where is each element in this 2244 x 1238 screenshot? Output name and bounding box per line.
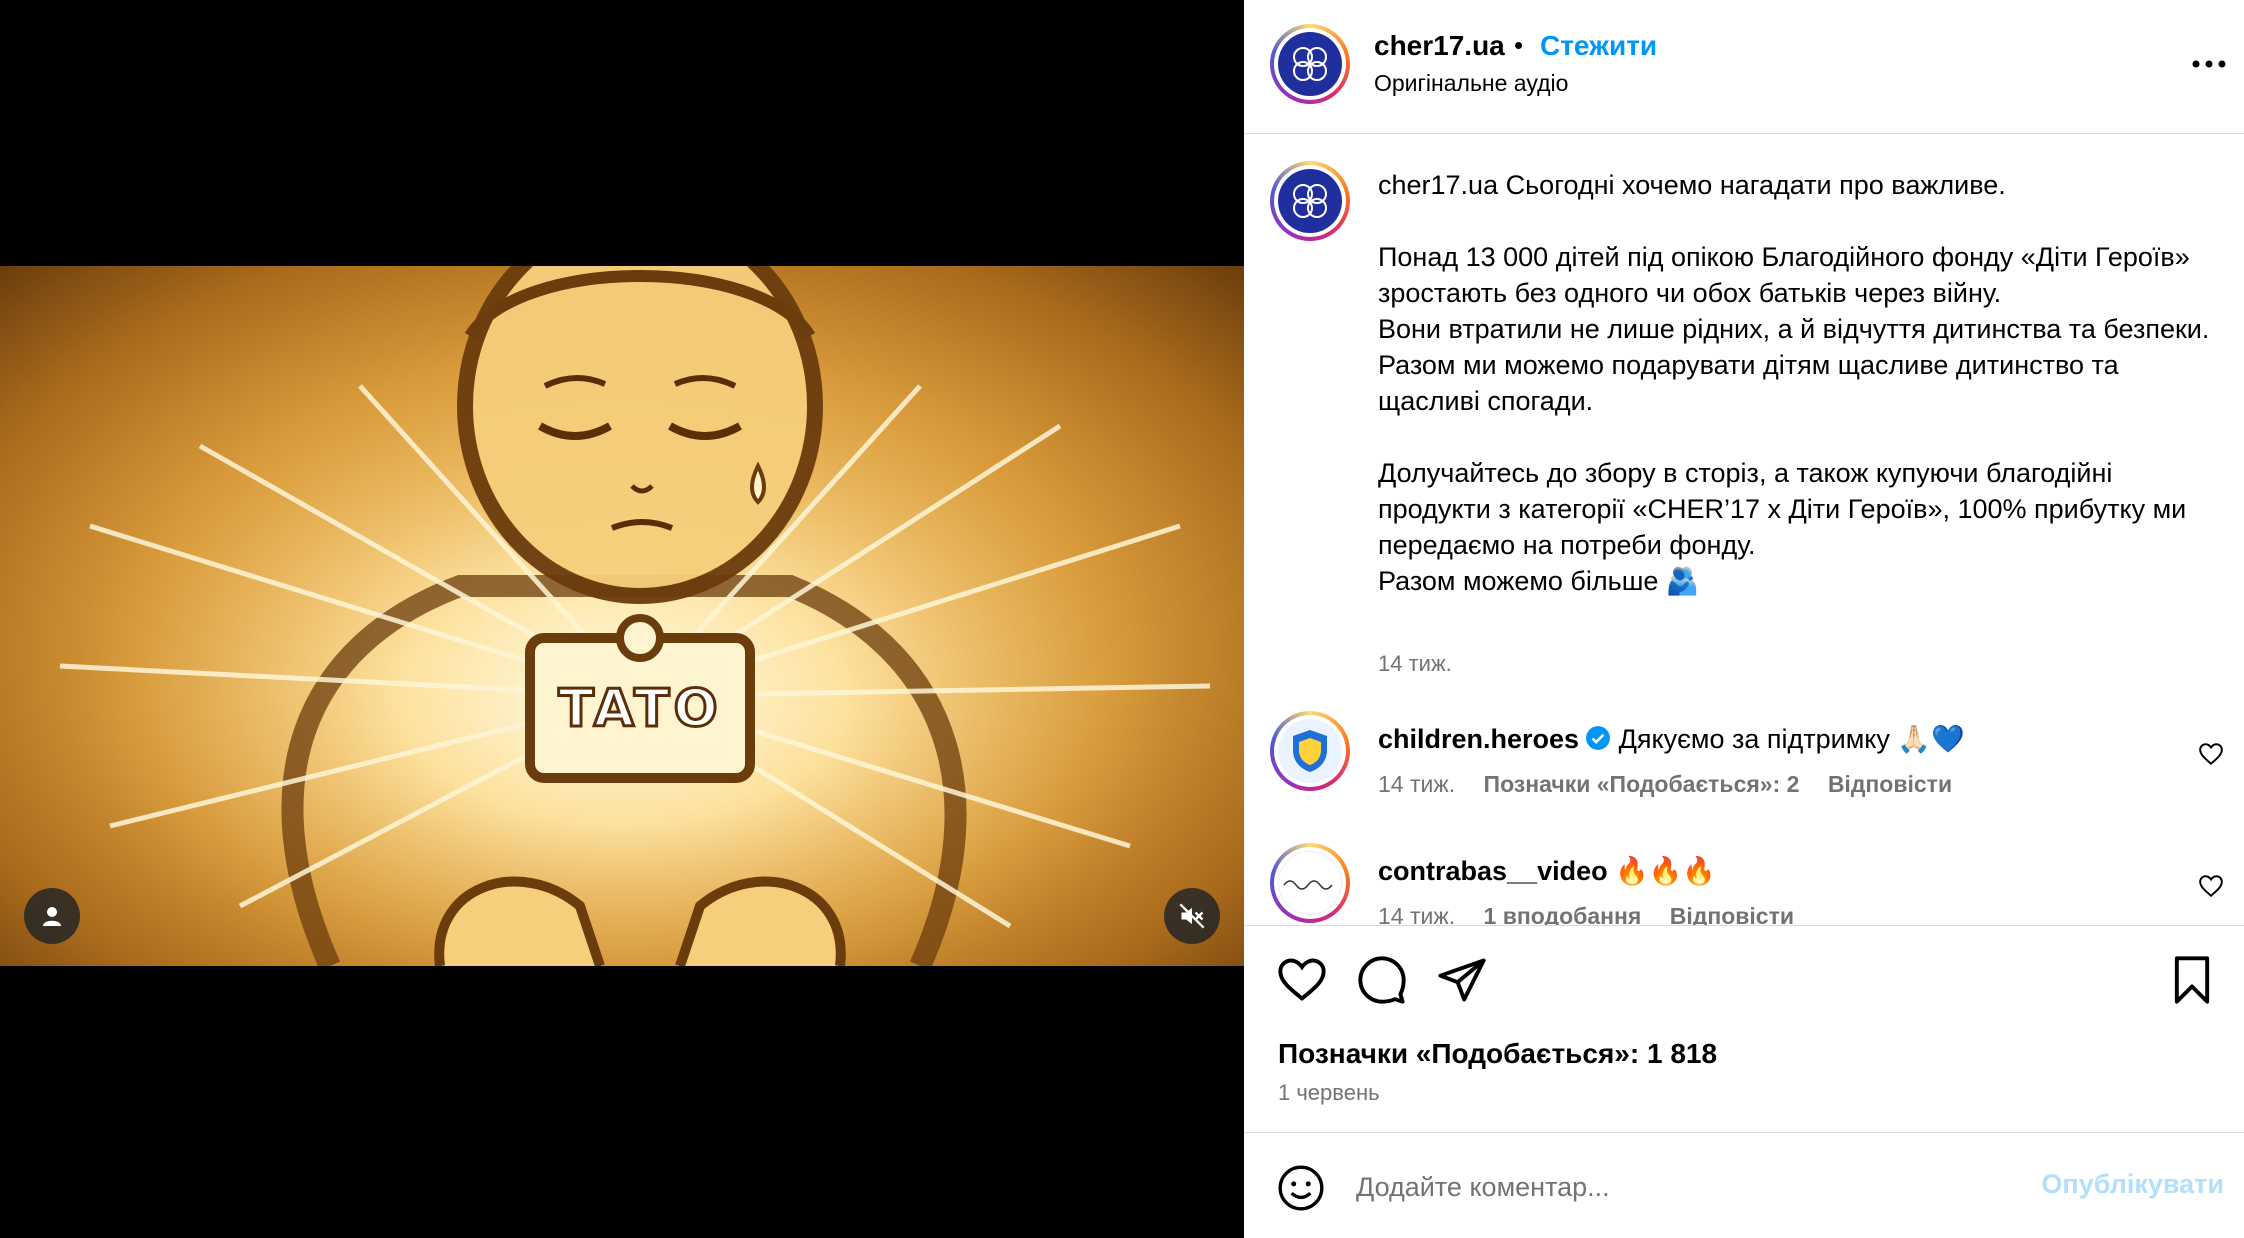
caption-username[interactable]: cher17.ua [1378, 170, 1498, 200]
separator-dot: • [1514, 30, 1524, 60]
sign-text: TATO [558, 679, 721, 739]
comment-item: children.heroes Дякуємо за підтримку 🙏🏻💙… [1244, 711, 2244, 843]
comment-composer: Опублікувати [1244, 1132, 2244, 1238]
more-options-button[interactable] [2184, 46, 2234, 82]
video-player[interactable]: TATO [0, 266, 1244, 966]
like-comment-heart-icon[interactable] [2198, 741, 2224, 767]
caption-line: Понад 13 000 дітей під опікою Благодійно… [1378, 242, 2198, 308]
like-heart-icon[interactable] [1276, 954, 1328, 1006]
post-date[interactable]: 1 червень [1278, 1080, 1380, 1106]
comment-input[interactable] [1356, 1165, 1996, 1209]
publish-button[interactable]: Опублікувати [2024, 1169, 2224, 1200]
comment-item: contrabas__video 🔥🔥🔥 14 тиж. 1 вподобанн… [1244, 843, 2244, 925]
commenter-username[interactable]: contrabas__video [1378, 856, 1608, 886]
caption-line: Вони втратили не лише рідних, а й відчут… [1378, 314, 2210, 344]
caption-line: Долучайтесь до збору в сторіз, а також к… [1378, 458, 2194, 560]
author-avatar[interactable] [1270, 24, 1350, 104]
emoji-smiley-icon[interactable] [1276, 1163, 1326, 1213]
comment-likes-count[interactable]: 1 вподобання [1484, 903, 1642, 925]
post-media: TATO [0, 0, 1244, 1238]
commenter-avatar[interactable] [1270, 843, 1350, 923]
shield-icon [1293, 730, 1327, 772]
like-comment-heart-icon[interactable] [2198, 873, 2224, 899]
post-likes-count[interactable]: Позначки «Подобається»: 1 818 [1278, 1038, 1717, 1070]
share-paper-plane-icon[interactable] [1436, 954, 1488, 1006]
post-panel: cher17.ua • Стежити Оригінальне аудіо ch… [1244, 0, 2244, 1238]
comment-text: 🔥🔥🔥 [1615, 856, 1716, 886]
comment-text: Дякуємо за підтримку 🙏🏻💙 [1618, 724, 1965, 754]
comment-timestamp[interactable]: 14 тиж. [1378, 903, 1455, 925]
more-dots-icon [2192, 60, 2226, 68]
save-bookmark-icon[interactable] [2166, 954, 2218, 1006]
commenter-username[interactable]: children.heroes [1378, 724, 1579, 754]
original-audio-link[interactable]: Оригінальне аудіо [1374, 70, 1568, 97]
caption-line [1378, 419, 2218, 455]
reply-button[interactable]: Відповісти [1828, 771, 1952, 797]
reply-button[interactable]: Відповісти [1670, 903, 1794, 925]
comment-bubble-icon[interactable] [1356, 954, 1408, 1006]
commenter-avatar[interactable] [1270, 711, 1350, 791]
verified-badge-icon [1586, 726, 1610, 750]
user-icon [43, 907, 61, 926]
comments-scroll-area[interactable]: cher17.ua Сьогодні хочемо нагадати про в… [1244, 135, 2244, 925]
caption-line [1378, 203, 2218, 239]
caption-author-avatar[interactable] [1270, 161, 1350, 241]
cher17-logo-icon [1293, 47, 1327, 81]
speaker-muted-icon [1179, 903, 1205, 929]
follow-button[interactable]: Стежити [1540, 30, 1657, 62]
comment-timestamp[interactable]: 14 тиж. [1378, 771, 1455, 797]
caption-line: Разом ми можемо подарувати дітям щасливе… [1378, 350, 2127, 416]
sand-art-illustration: TATO [0, 266, 1244, 966]
contrabas-logo-icon [1283, 880, 1333, 890]
post-caption: cher17.ua Сьогодні хочемо нагадати про в… [1378, 167, 2218, 599]
mute-toggle-button[interactable] [1164, 888, 1220, 944]
tagged-users-button[interactable] [24, 888, 80, 944]
comment-likes-count[interactable]: Позначки «Подобається»: 2 [1484, 771, 1800, 797]
cher17-logo-icon [1293, 184, 1327, 218]
post-actions: Позначки «Подобається»: 1 818 1 червень [1244, 925, 2244, 1135]
caption-line: Сьогодні хочемо нагадати про важливе. [1505, 170, 2006, 200]
post-header: cher17.ua • Стежити Оригінальне аудіо [1244, 0, 2244, 134]
caption-timestamp: 14 тиж. [1378, 651, 1452, 676]
author-username[interactable]: cher17.ua [1374, 30, 1505, 62]
caption-line: Разом можемо більше 🫂 [1378, 566, 1700, 596]
